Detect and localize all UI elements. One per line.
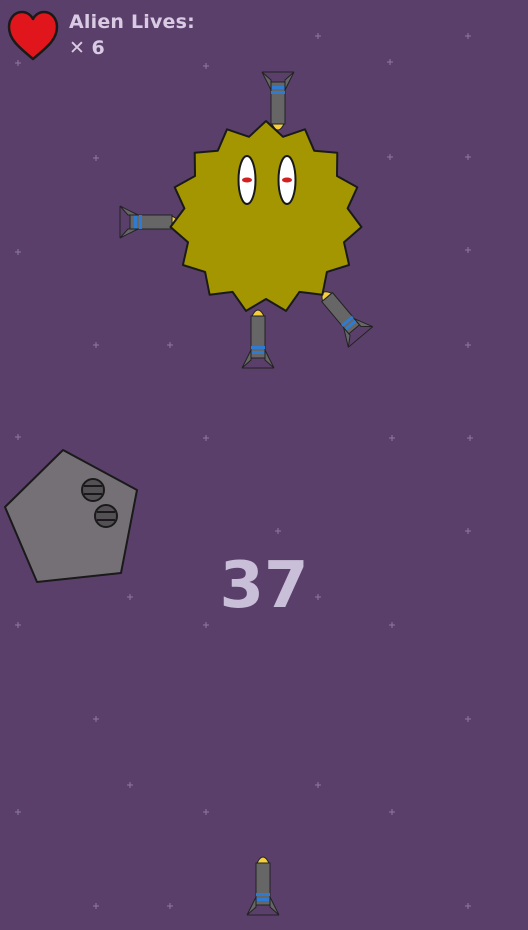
rocket-left — [119, 205, 179, 239]
alien-lives-label: Alien Lives: — [69, 11, 195, 33]
alien-eye-right — [277, 155, 297, 205]
rocket-bottom — [241, 309, 275, 369]
spiky-alien[interactable] — [169, 120, 363, 312]
asteroid-bolt-1 — [81, 478, 105, 502]
asteroid-bolt-2 — [94, 504, 118, 528]
alien-lives-count: ✕ 6 — [69, 37, 105, 59]
alien-body — [169, 120, 363, 312]
score-display: 37 — [219, 549, 309, 623]
game-canvas[interactable] — [0, 0, 528, 930]
player-rocket[interactable] — [246, 856, 280, 916]
heart-icon — [7, 10, 59, 61]
alien-eye-left — [237, 155, 257, 205]
